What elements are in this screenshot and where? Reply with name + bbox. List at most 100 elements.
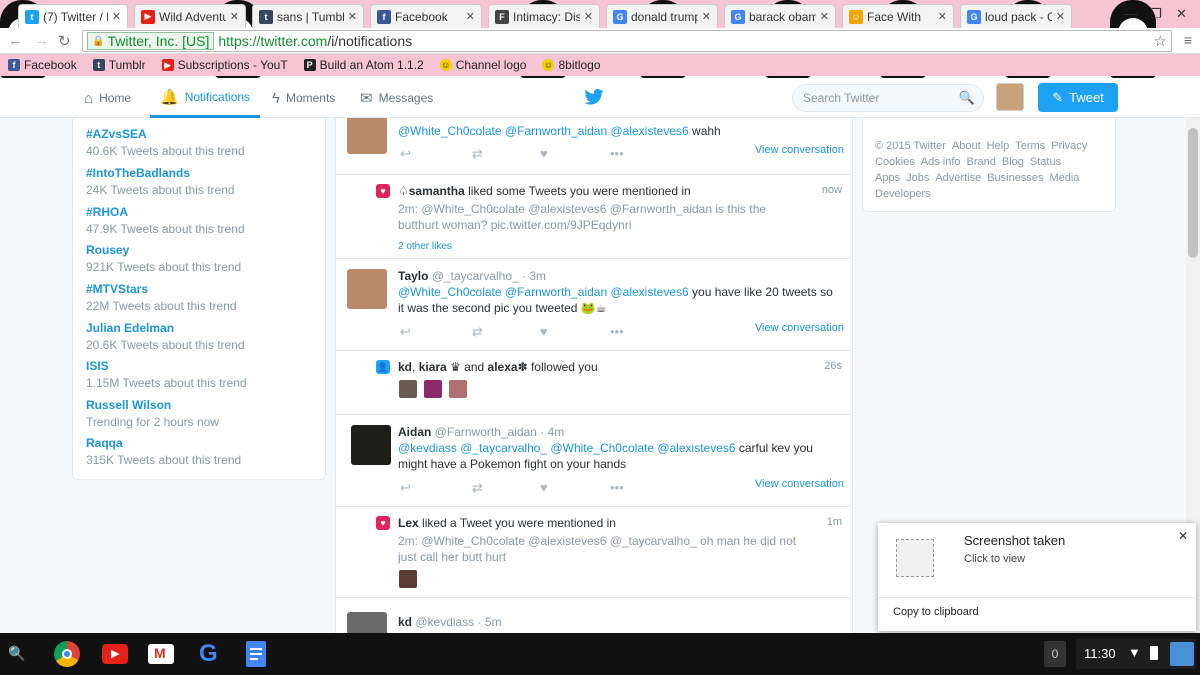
url-text[interactable]: https://twitter.com/i/notifications: [218, 33, 412, 49]
tab-twitter[interactable]: t (7) Twitter / N ✕: [18, 4, 128, 28]
docs-app-icon[interactable]: [246, 641, 266, 667]
list-item[interactable]: ♥ 1m Lex liked a Tweet you were mentione…: [336, 507, 852, 598]
close-tab-icon[interactable]: ✕: [348, 10, 357, 23]
trend-item[interactable]: #MTVStars 22M Tweets about this trend: [86, 282, 237, 313]
tab-google-trump[interactable]: G donald trump ✕: [606, 4, 718, 28]
twitter-bird-icon[interactable]: [584, 89, 604, 105]
trend-item[interactable]: #AZvsSEA 40.6K Tweets about this trend: [86, 127, 245, 158]
bookmark-star-icon[interactable]: ☆: [1154, 32, 1167, 50]
close-tab-icon[interactable]: ✕: [112, 10, 121, 23]
view-conversation-link[interactable]: View conversation: [755, 144, 844, 156]
avatar[interactable]: [449, 380, 467, 398]
chrome-app-icon[interactable]: [54, 641, 80, 667]
tab-google-loudpack[interactable]: G loud pack - Go ✕: [960, 4, 1072, 28]
gmail-app-icon[interactable]: M: [148, 644, 174, 664]
compose-icon: ✎: [1052, 89, 1064, 105]
tab-fimfiction[interactable]: F Intimacy: Dis ✕: [488, 4, 600, 28]
tab-tumblr[interactable]: t sans | Tumblr ✕: [252, 4, 364, 28]
avatar[interactable]: [351, 425, 391, 465]
youtube-app-icon[interactable]: ▶: [102, 644, 128, 664]
system-tray[interactable]: 11:30 ▼: [1076, 639, 1196, 669]
view-conversation-link[interactable]: View conversation: [755, 478, 844, 490]
close-tab-icon[interactable]: ✕: [230, 10, 239, 23]
copy-to-clipboard-button[interactable]: Copy to clipboard: [893, 606, 979, 618]
avatar[interactable]: [399, 380, 417, 398]
trend-item[interactable]: #RHOA 47.9K Tweets about this trend: [86, 205, 245, 236]
more-icon[interactable]: •••: [610, 480, 624, 495]
tab-emoji[interactable]: ☺ Face With ✕: [842, 4, 954, 28]
avatar[interactable]: [424, 380, 442, 398]
close-tab-icon[interactable]: ✕: [1056, 10, 1065, 23]
heart-icon[interactable]: ♥: [540, 146, 548, 161]
retweet-icon[interactable]: ⇄: [472, 324, 483, 340]
bookmark-8bitlogo[interactable]: ☺ 8bitlogo: [542, 58, 601, 72]
bookmark-facebook[interactable]: f Facebook: [8, 58, 77, 72]
retweet-icon[interactable]: ⇄: [472, 146, 483, 162]
list-item[interactable]: Aidan @Farnworth_aidan · 4m @kevdiass @_…: [336, 415, 852, 507]
heart-icon[interactable]: ♥: [540, 480, 548, 495]
bookmark-youtube-subscriptions[interactable]: ▶ Subscriptions - YouT: [161, 58, 288, 72]
close-tab-icon[interactable]: ✕: [820, 10, 829, 23]
tab-youtube[interactable]: ▶ Wild Adventur ✕: [134, 4, 246, 28]
launcher-search-icon[interactable]: 🔍: [8, 645, 26, 663]
more-icon[interactable]: •••: [610, 146, 624, 161]
close-window-icon[interactable]: ✕: [1176, 6, 1187, 22]
avatar[interactable]: [399, 570, 417, 588]
list-item[interactable]: 👤 26s kd, kiara ♛ and alexa✽ followed yo…: [336, 351, 852, 415]
trend-item[interactable]: ISIS 1.15M Tweets about this trend: [86, 359, 247, 390]
chrome-menu-icon[interactable]: ≡: [1184, 32, 1192, 48]
restore-icon[interactable]: ❐: [1150, 6, 1162, 22]
trend-item[interactable]: Rousey 921K Tweets about this trend: [86, 243, 241, 274]
list-item[interactable]: Taylo @_taycarvalho_ · 3m @White_Ch0cola…: [336, 259, 852, 351]
scrollbar-thumb[interactable]: [1188, 128, 1198, 258]
avatar[interactable]: [347, 269, 387, 309]
trend-item[interactable]: Raqqa 315K Tweets about this trend: [86, 436, 241, 467]
bookmark-channel-logo[interactable]: ☺ Channel logo: [439, 58, 526, 72]
avatar[interactable]: [996, 83, 1024, 111]
google-app-icon[interactable]: G: [196, 640, 222, 667]
close-tab-icon[interactable]: ✕: [938, 10, 947, 23]
omnibox[interactable]: 🔒 Twitter, Inc. [US] https://twitter.com…: [82, 30, 1172, 52]
nav-notifications[interactable]: 🔔 Notifications: [150, 78, 261, 118]
other-likes-link[interactable]: 2 other likes: [398, 241, 452, 252]
trend-item[interactable]: Julian Edelman 20.6K Tweets about this t…: [86, 321, 245, 352]
reply-icon[interactable]: ↩: [400, 324, 411, 340]
screenshot-notification[interactable]: Screenshot taken Click to view ✕ Copy to…: [878, 523, 1196, 631]
avatar[interactable]: [347, 612, 387, 633]
tab-google-obama[interactable]: G barack obama ✕: [724, 4, 836, 28]
secure-badge[interactable]: 🔒 Twitter, Inc. [US]: [87, 32, 215, 50]
nav-messages[interactable]: ✉ Messages: [360, 78, 433, 118]
list-item[interactable]: @White_Ch0colate @Farnworth_aidan @alexi…: [336, 118, 852, 175]
search-input[interactable]: Search Twitter 🔍: [792, 84, 984, 112]
close-tab-icon[interactable]: ✕: [466, 10, 475, 23]
reply-icon[interactable]: ↩: [400, 480, 411, 496]
tweet-button[interactable]: ✎ Tweet: [1038, 83, 1118, 112]
list-item[interactable]: ♥ now ♤samantha liked some Tweets you we…: [336, 175, 852, 259]
trend-item[interactable]: #IntoTheBadlands 24K Tweets about this t…: [86, 166, 235, 197]
trend-item[interactable]: Russell Wilson Trending for 2 hours now: [86, 398, 219, 429]
reply-icon[interactable]: ↩: [400, 146, 411, 162]
heart-icon[interactable]: ♥: [540, 324, 548, 339]
search-icon[interactable]: 🔍: [959, 85, 975, 111]
tab-facebook[interactable]: f Facebook ✕: [370, 4, 482, 28]
lightning-icon: ϟ: [272, 89, 280, 107]
retweet-icon[interactable]: ⇄: [472, 480, 483, 496]
close-tab-icon[interactable]: ✕: [702, 10, 711, 23]
view-conversation-link[interactable]: View conversation: [755, 322, 844, 334]
close-tab-icon[interactable]: ✕: [584, 10, 593, 23]
twitter-top-nav: ⌂ Home 🔔 Notifications ϟ Moments ✉ Messa…: [0, 78, 1200, 118]
back-icon[interactable]: ←: [8, 32, 23, 49]
minimize-icon[interactable]: —: [1124, 6, 1137, 21]
notification-count-badge[interactable]: 0: [1044, 641, 1066, 667]
nav-home[interactable]: ⌂ Home: [84, 78, 131, 118]
list-item[interactable]: kd @kevdiass · 5m: [336, 598, 852, 633]
battery-icon: [1150, 646, 1158, 660]
close-icon[interactable]: ✕: [1178, 529, 1188, 543]
reload-icon[interactable]: ↻: [58, 32, 71, 50]
nav-moments[interactable]: ϟ Moments: [272, 78, 335, 118]
more-icon[interactable]: •••: [610, 324, 624, 339]
avatar[interactable]: [347, 118, 387, 154]
forward-icon[interactable]: →: [34, 32, 49, 49]
bookmark-tumblr[interactable]: t Tumblr: [92, 58, 146, 72]
bookmark-build-an-atom[interactable]: P Build an Atom 1.1.2: [303, 58, 424, 72]
